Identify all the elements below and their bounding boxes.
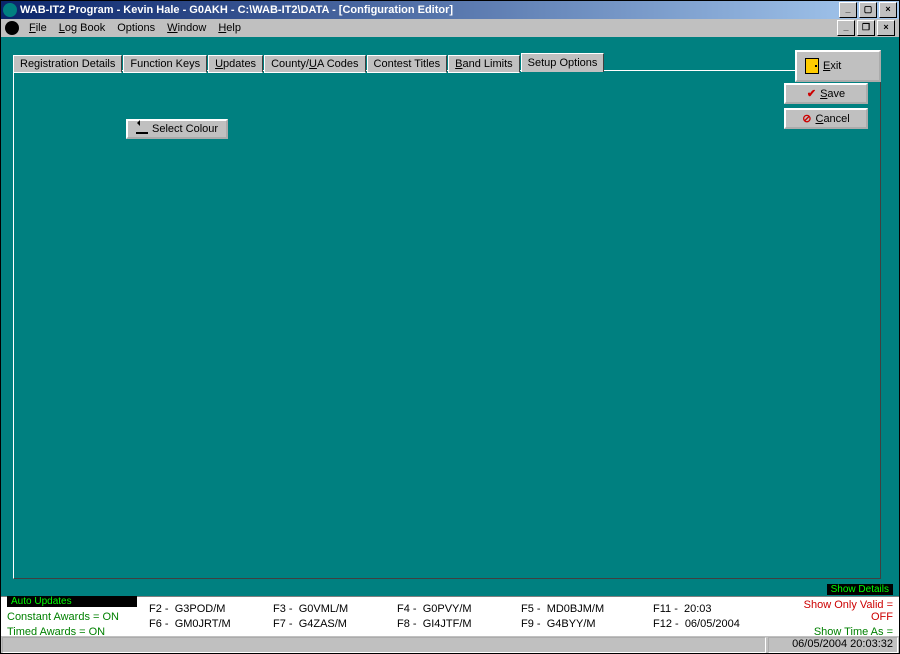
f6-entry: F6 - GM0JRT/M (149, 618, 261, 630)
tab-setup-options[interactable]: Setup Options (521, 53, 605, 72)
tab-band-limits[interactable]: Band Limits (448, 55, 519, 73)
f3-entry: F3 - G0VML/M (273, 603, 385, 615)
maximize-button[interactable]: ▢ (859, 2, 877, 18)
exit-label: xit (830, 60, 841, 72)
f9-entry: F9 - G4BYY/M (521, 618, 641, 630)
cancel-icon: ⊘ (802, 112, 811, 125)
status-bar: 06/05/2004 20:03:32 (1, 635, 899, 653)
constant-awards-status: Constant Awards = ON (7, 611, 137, 623)
status-spacer (2, 637, 766, 653)
menu-options[interactable]: Options (111, 21, 161, 35)
exit-button[interactable]: Exit (795, 50, 881, 82)
show-details-header: Show Details (827, 584, 893, 595)
cancel-button[interactable]: ⊘ Cancel (784, 108, 868, 129)
title-bar: WAB-IT2 Program - Kevin Hale - G0AKH - C… (1, 1, 899, 19)
mdi-restore-button[interactable]: ❐ (857, 20, 875, 36)
f8-entry: F8 - GI4JTF/M (397, 618, 509, 630)
mdi-close-button[interactable]: × (877, 20, 895, 36)
f4-entry: F4 - G0PVY/M (397, 603, 509, 615)
window-controls: _ ▢ × (837, 2, 897, 18)
tab-function-keys[interactable]: Function Keys (123, 55, 207, 73)
f2-entry: F2 - G3POD/M (149, 603, 261, 615)
save-cancel-group: ✔ Save ⊘ Cancel (784, 83, 868, 129)
tab-updates[interactable]: Updates (208, 55, 263, 73)
app-window: WAB-IT2 Program - Kevin Hale - G0AKH - C… (0, 0, 900, 654)
select-colour-button[interactable]: Select Colour (126, 119, 228, 139)
mdi-minimize-button[interactable]: _ (837, 20, 855, 36)
f5-entry: F5 - MD0BJM/M (521, 603, 641, 615)
close-button[interactable]: × (879, 2, 897, 18)
menu-help[interactable]: Help (212, 21, 247, 35)
mdi-icon[interactable] (5, 21, 19, 35)
f12-entry: F12 - 06/05/2004 (653, 618, 773, 630)
menu-logbook[interactable]: Log Book (53, 21, 112, 35)
f11-entry: F11 - 20:03 (653, 603, 773, 615)
tab-registration[interactable]: Registration Details (13, 55, 122, 73)
footer-bar: Auto Updates Constant Awards = ON Timed … (1, 596, 899, 636)
menu-bar: File Log Book Options Window Help _ ❐ × (1, 19, 899, 38)
auto-updates-header: Auto Updates (7, 596, 137, 607)
menu-window[interactable]: Window (161, 21, 212, 35)
minimize-button[interactable]: _ (839, 2, 857, 18)
status-datetime: 06/05/2004 20:03:32 (768, 637, 898, 653)
client-area: Exit Registration Details Function Keys … (1, 37, 899, 597)
menu-file[interactable]: File (23, 21, 53, 35)
show-only-valid-status: Show Only Valid = OFF (785, 599, 893, 623)
f7-entry: F7 - G4ZAS/M (273, 618, 385, 630)
app-icon (3, 3, 17, 17)
door-icon (805, 58, 819, 74)
pen-icon (136, 124, 148, 134)
check-icon: ✔ (807, 87, 816, 100)
tab-county-codes[interactable]: County/UA Codes (264, 55, 365, 73)
select-colour-label: Select Colour (152, 123, 218, 135)
tab-strip: Registration Details Function Keys Updat… (13, 53, 605, 72)
tab-contest-titles[interactable]: Contest Titles (367, 55, 448, 73)
window-title: WAB-IT2 Program - Kevin Hale - G0AKH - C… (20, 4, 837, 16)
tab-panel: ✔ Save ⊘ Cancel Select Colour (13, 70, 881, 579)
save-button[interactable]: ✔ Save (784, 83, 868, 104)
